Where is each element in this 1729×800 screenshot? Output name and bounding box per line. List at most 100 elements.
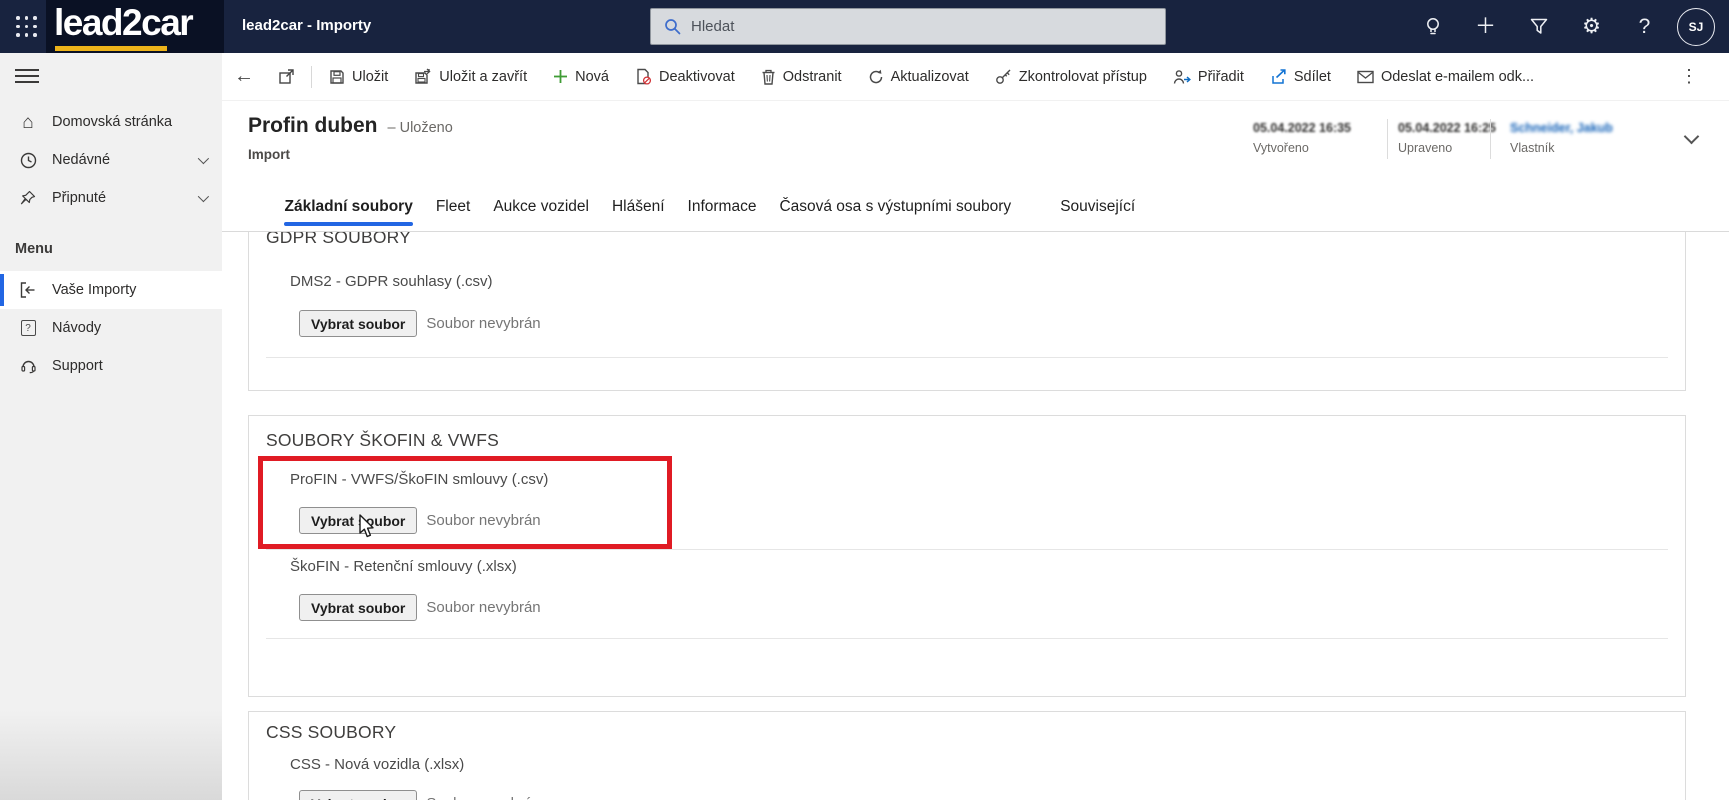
deactivate-button[interactable]: Deaktivovat [622,53,748,101]
file-input-row: Vybrat soubor Soubor nevybrán [299,790,541,800]
row-divider [266,638,1668,639]
sidebar-group-header: Menu [0,227,222,271]
sidebar-item-home[interactable]: ⌂ Domovská stránka [0,103,222,141]
support-icon [18,356,38,376]
save-close-icon [414,68,432,85]
file-input-row: Vybrat soubor Soubor nevybrán [299,507,541,534]
sidebar-item-recent[interactable]: Nedávné [0,141,222,179]
owner-link[interactable]: Schneider, Jakub [1510,121,1613,135]
user-avatar[interactable]: SJ [1677,8,1715,46]
delete-button[interactable]: Odstranit [748,53,855,101]
more-commands-button[interactable]: ⋮ [1667,53,1711,101]
hamburger-menu-icon[interactable] [15,66,39,86]
brand-logo-text: lead2car [54,2,192,44]
choose-file-button[interactable]: Vybrat soubor [299,507,417,534]
refresh-icon [868,69,884,85]
field-label: ProFIN - VWFS/ŠkoFIN smlouvy (.csv) [290,471,548,488]
section-css-soubory: CSS SOUBORY CSS - Nová vozidla (.xlsx) V… [248,711,1686,800]
field-label: DMS2 - GDPR souhlasy (.csv) [290,273,493,290]
home-icon: ⌂ [18,112,38,132]
choose-file-button[interactable]: Vybrat soubor [299,790,417,800]
app-title: lead2car - Importy [242,17,371,34]
record-header: Profin duben – Uloženo Import 05.04.2022… [222,101,1729,182]
guide-icon: ? [18,318,38,338]
vertical-ellipsis-icon: ⋮ [1680,66,1698,87]
filter-funnel-icon[interactable] [1512,0,1565,53]
quick-create-plus-icon[interactable]: ＋ [1459,0,1512,53]
file-status-text: Soubor nevybrán [426,512,540,529]
sidebar-item-vase-importy[interactable]: Vaše Importy [0,271,222,309]
brand-logo-underline [55,46,167,51]
key-icon [995,68,1012,85]
assign-button[interactable]: Přiřadit [1160,53,1257,101]
save-button[interactable]: Uložit [316,53,401,101]
chevron-down-icon[interactable] [198,191,209,202]
tab-casova-osa[interactable]: Časová osa s výstupními soubory [768,182,1023,232]
refresh-button[interactable]: Aktualizovat [855,53,982,101]
sidebar-item-navody[interactable]: ? Návody [0,309,222,347]
entity-name: Import [248,147,290,162]
row-divider [266,549,1668,550]
plus-icon [553,69,568,84]
email-link-button[interactable]: Odeslat e-mailem odk... [1344,53,1547,101]
global-search[interactable] [650,8,1166,45]
highlight-annotation-rectangle [258,456,672,549]
assign-person-icon [1173,69,1191,85]
chevron-down-icon[interactable] [198,153,209,164]
share-icon [1270,69,1287,85]
choose-file-button[interactable]: Vybrat soubor [299,310,417,337]
modified-value: 05.04.2022 16:25 [1398,121,1496,135]
brand-logo[interactable]: lead2car [46,0,224,53]
app-launcher-waffle-icon[interactable] [16,16,38,38]
section-soubory-skofin-vwfs: SOUBORY ŠKOFIN & VWFS ProFIN - VWFS/ŠkoF… [248,415,1686,697]
top-navigation-bar: lead2car lead2car - Importy ＋ [0,0,1729,53]
search-icon [664,18,681,35]
field-label: ŠkoFIN - Retenční smlouvy (.xlsx) [290,558,517,575]
save-and-close-button[interactable]: Uložit a zavřít [401,53,540,101]
lightbulb-icon[interactable] [1406,0,1459,53]
sidebar-item-pinned[interactable]: Připnuté [0,179,222,217]
check-access-button[interactable]: Zkontrolovat přístup [982,53,1160,101]
created-value: 05.04.2022 16:35 [1253,121,1351,135]
deactivate-icon [635,68,652,85]
popout-icon [278,68,295,85]
file-input-row: Vybrat soubor Soubor nevybrán [299,310,541,337]
back-button[interactable]: ← [222,53,266,101]
share-button[interactable]: Sdílet [1257,53,1344,101]
record-status: – Uloženo [388,120,453,136]
tab-zakladni-soubory[interactable]: Základní soubory [273,182,424,232]
header-separator [1387,119,1388,159]
tab-fleet[interactable]: Fleet [424,182,481,232]
gear-icon[interactable]: ⚙ [1565,0,1618,53]
tab-aukce-vozidel[interactable]: Aukce vozidel [482,182,601,232]
popout-button[interactable] [266,53,307,101]
new-record-button[interactable]: Nová [540,53,622,101]
trash-icon [761,69,776,85]
header-separator [1490,119,1491,159]
created-field: 05.04.2022 16:35 Vytvořeno [1253,121,1351,155]
form-tabs: Základní soubory Fleet Aukce vozidel Hlá… [222,182,1729,232]
owner-field: Schneider, Jakub Vlastník [1510,121,1613,155]
section-title: SOUBORY ŠKOFIN & VWFS [266,430,499,451]
tab-hlaseni[interactable]: Hlášení [600,182,676,232]
owner-label: Vlastník [1510,141,1613,155]
field-label: CSS - Nová vozidla (.xlsx) [290,756,464,773]
file-input-row: Vybrat soubor Soubor nevybrán [299,594,541,621]
section-gdpr-soubory: GDPR SOUBORY DMS2 - GDPR souhlasy (.csv)… [248,232,1686,391]
clock-icon [18,150,38,170]
header-expand-chevron-icon[interactable] [1684,129,1700,145]
import-icon [18,280,38,300]
tab-souvisejici[interactable]: Související [1049,182,1147,232]
choose-file-button[interactable]: Vybrat soubor [299,594,417,621]
section-title: GDPR SOUBORY [266,232,411,248]
file-status-text: Soubor nevybrán [426,315,540,332]
site-map-sidebar: ⌂ Domovská stránka Nedávné [0,53,222,800]
tab-informace[interactable]: Informace [676,182,768,232]
row-divider [266,357,1668,358]
file-status-text: Soubor nevybrán [426,599,540,616]
sidebar-item-support[interactable]: Support [0,347,222,385]
command-bar: ← Uložit U [222,53,1729,101]
avatar-initials: SJ [1689,20,1704,34]
help-icon[interactable]: ? [1618,0,1671,53]
search-input[interactable] [691,18,1131,35]
